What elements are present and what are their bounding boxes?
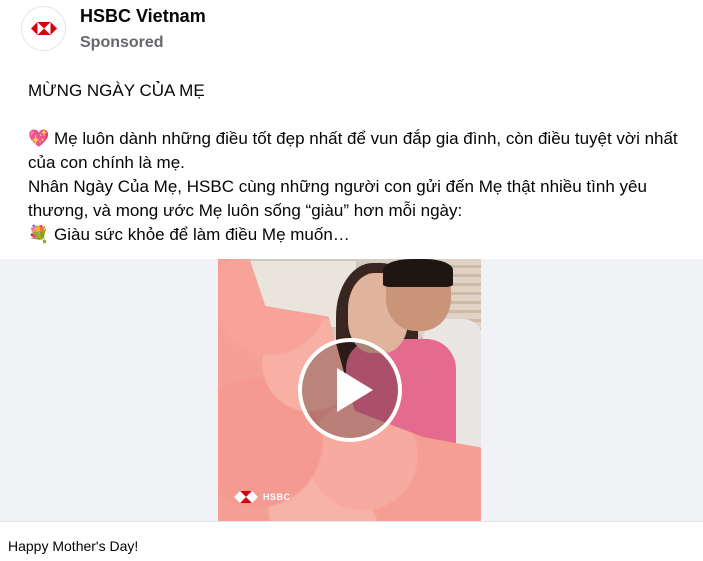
- hsbc-logo-avatar[interactable]: [21, 6, 66, 51]
- hsbc-hexagon-logo-icon: [30, 22, 57, 35]
- post-line-2: Nhân Ngày Của Mẹ, HSBC cùng những người …: [28, 177, 647, 220]
- page-name-link[interactable]: HSBC Vietnam: [80, 6, 206, 27]
- man-hair: [383, 259, 453, 287]
- video-brand-text: HSBC: [263, 492, 291, 502]
- ad-caption-bar[interactable]: Happy Mother's Day!: [0, 521, 703, 561]
- video-thumbnail[interactable]: HSBC: [218, 259, 481, 521]
- post-line-3: 💐 Giàu sức khỏe để làm điều Mẹ muốn…: [28, 223, 683, 247]
- heart-emoji-icon: 💖: [28, 129, 50, 148]
- sponsored-label[interactable]: Sponsored: [80, 34, 164, 52]
- post-title: MỪNG NGÀY CỦA MẸ: [28, 81, 205, 100]
- play-icon: [336, 368, 373, 412]
- post-line-3-text: Giàu sức khỏe để làm điều Mẹ muốn…: [54, 225, 350, 244]
- post-header: HSBC Vietnam Sponsored: [18, 4, 678, 56]
- hsbc-hexagon-white-icon: [234, 491, 258, 503]
- post-line-1: 💖 Mẹ luôn dành những điều tốt đẹp nhất để…: [28, 127, 683, 175]
- bouquet-emoji-icon: 💐: [28, 225, 50, 244]
- post-body: MỪNG NGÀY CỦA MẸ 💖 Mẹ luôn dành những điề…: [28, 79, 683, 247]
- play-button[interactable]: [298, 338, 402, 442]
- video-brand-logo: HSBC: [234, 491, 291, 503]
- media-frame: HSBC: [0, 259, 703, 521]
- ad-caption-text: Happy Mother's Day!: [8, 538, 139, 554]
- post-line-1-text: Mẹ luôn dành những điều tốt đẹp nhất để …: [28, 129, 678, 172]
